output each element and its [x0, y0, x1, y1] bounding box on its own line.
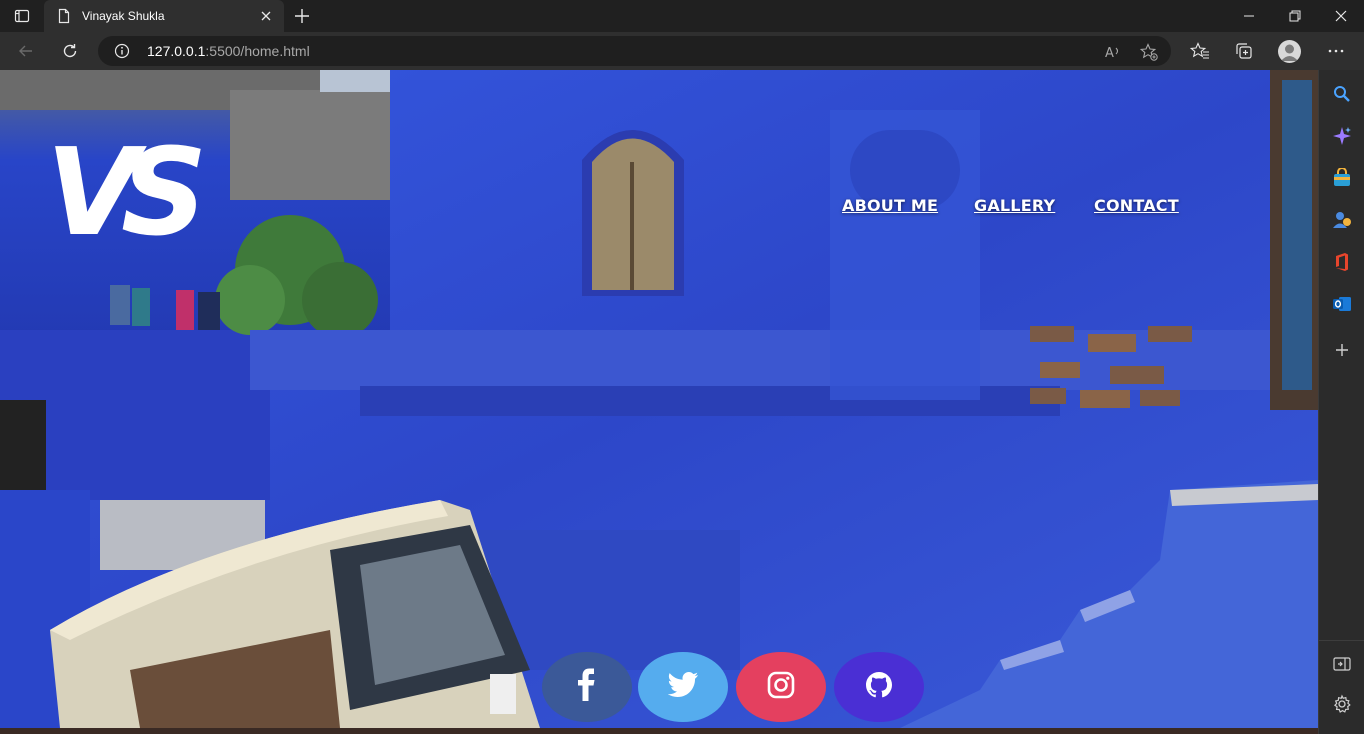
tab-actions-icon[interactable]: [10, 6, 34, 26]
page-viewport: VS ABOUT ME GALLERY CONTACT: [0, 70, 1318, 728]
page-bottom-edge: [0, 728, 1318, 734]
add-favorite-icon[interactable]: [1139, 42, 1159, 62]
twitter-button[interactable]: [638, 652, 728, 722]
refresh-icon[interactable]: [60, 41, 80, 61]
nav-about-me[interactable]: ABOUT ME: [842, 196, 938, 216]
github-button[interactable]: [834, 652, 924, 722]
address-bar[interactable]: 127.0.0.1:5500/home.html A: [98, 36, 1171, 66]
browser-sidebar: [1318, 70, 1364, 734]
facebook-button[interactable]: [542, 652, 632, 722]
nav-contact[interactable]: CONTACT: [1094, 196, 1179, 216]
more-menu-icon[interactable]: [1326, 41, 1346, 61]
tab-title: Vinayak Shukla: [82, 9, 165, 23]
facebook-icon: [573, 668, 601, 707]
close-window-icon[interactable]: [1331, 6, 1351, 26]
github-icon: [865, 671, 893, 704]
office-icon[interactable]: [1332, 252, 1352, 272]
sidebar-divider: [1319, 640, 1364, 641]
nav-gallery[interactable]: GALLERY: [974, 196, 1055, 216]
copilot-sparkle-icon[interactable]: [1332, 126, 1352, 146]
new-tab-icon[interactable]: [292, 6, 312, 26]
site-logo[interactable]: VS: [46, 116, 219, 263]
read-aloud-icon[interactable]: A: [1103, 42, 1123, 62]
instagram-button[interactable]: [736, 652, 826, 722]
collections-icon[interactable]: [1234, 41, 1254, 61]
back-icon[interactable]: [16, 41, 36, 61]
browser-tab[interactable]: Vinayak Shukla: [44, 0, 284, 32]
title-bar: Vinayak Shukla: [0, 0, 1364, 32]
twitter-icon: [667, 671, 698, 703]
shopping-bag-icon[interactable]: [1332, 167, 1352, 188]
add-sidebar-app-icon[interactable]: [1332, 340, 1352, 360]
page-icon: [56, 8, 72, 24]
outlook-icon[interactable]: [1332, 294, 1352, 314]
close-tab-icon[interactable]: [258, 8, 274, 24]
tools-person-icon[interactable]: [1332, 210, 1352, 230]
hide-sidebar-icon[interactable]: [1332, 654, 1352, 674]
browser-toolbar: 127.0.0.1:5500/home.html A: [0, 32, 1364, 70]
restore-icon[interactable]: [1285, 6, 1305, 26]
svg-text:A: A: [1105, 46, 1114, 61]
url-text: 127.0.0.1:5500/home.html: [147, 43, 310, 59]
site-info-icon[interactable]: [114, 43, 130, 59]
profile-avatar[interactable]: [1278, 40, 1301, 63]
search-icon[interactable]: [1332, 84, 1352, 104]
favorites-icon[interactable]: [1189, 41, 1210, 61]
minimize-icon[interactable]: [1239, 6, 1259, 26]
settings-gear-icon[interactable]: [1332, 694, 1352, 714]
instagram-icon: [767, 671, 795, 704]
svg-text:VS: VS: [46, 124, 201, 256]
